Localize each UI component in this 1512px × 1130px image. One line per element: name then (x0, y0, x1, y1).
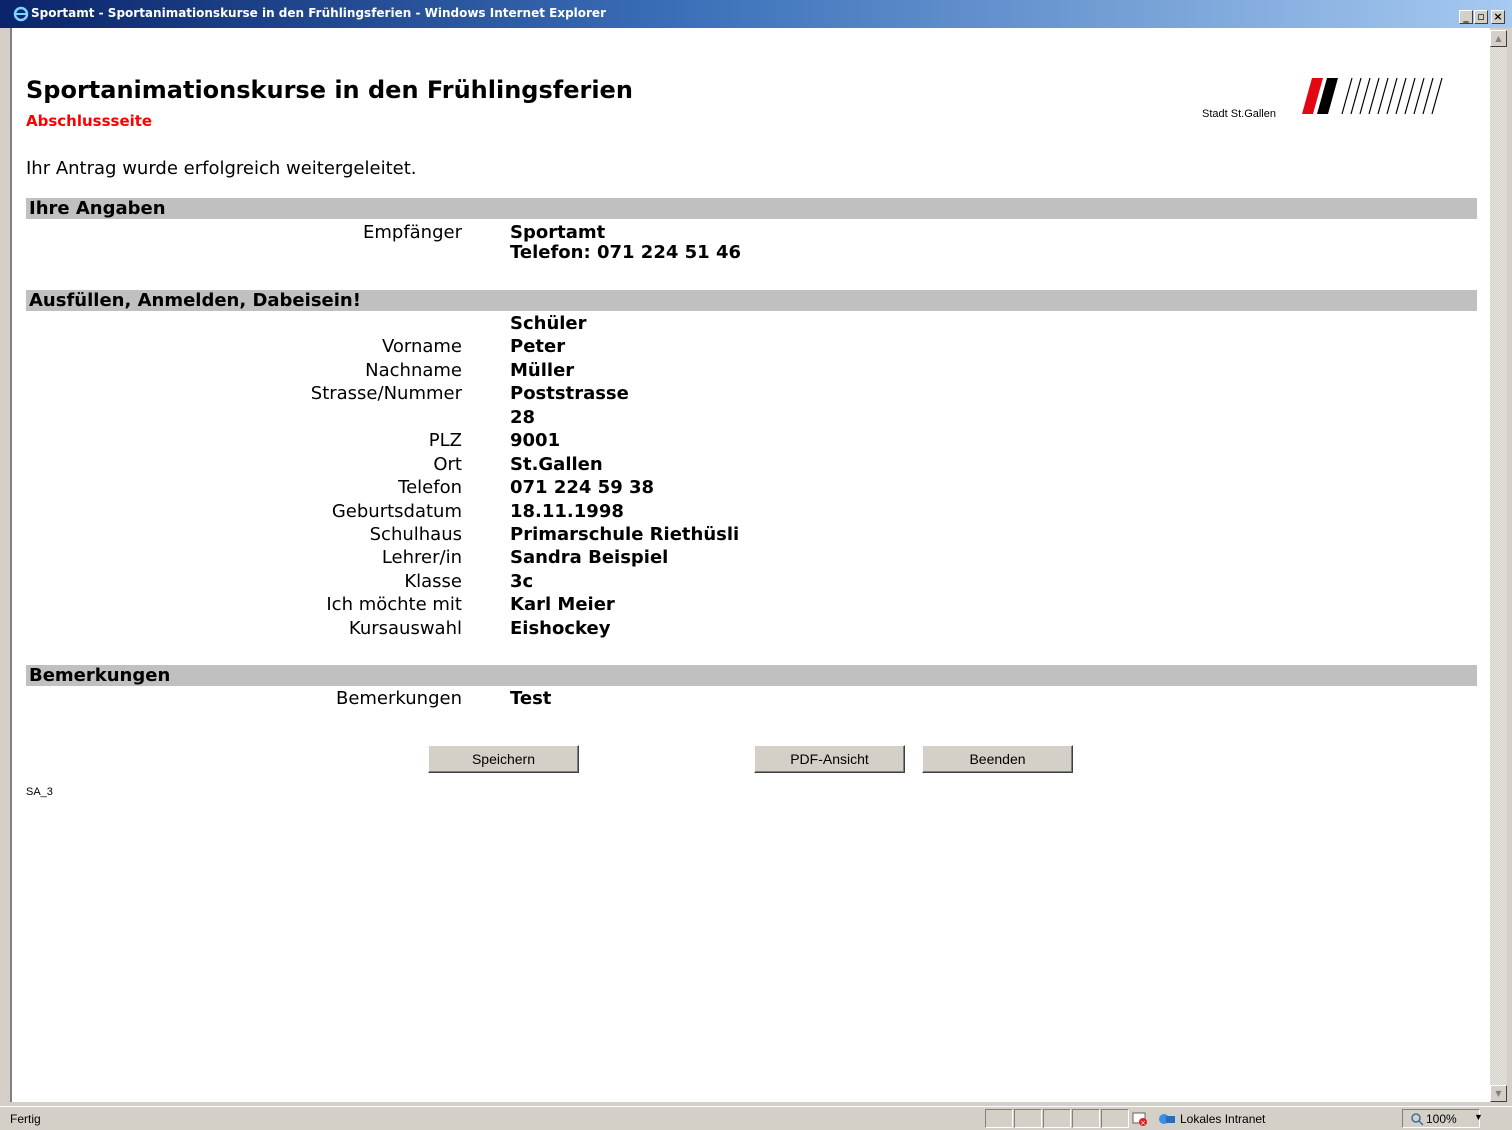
field-value: 071 224 59 38 (510, 477, 655, 498)
field-row-empfaenger-phone: Telefon: 071 224 51 46 (12, 242, 1482, 266)
section-header-angaben: Ihre Angaben (26, 198, 1477, 219)
security-zone-label: Lokales Intranet (1180, 1112, 1266, 1126)
logo-stripes-icon (1302, 77, 1443, 115)
field-label: Bemerkungen (335, 688, 462, 709)
field-label: Telefon (398, 477, 462, 498)
window-titlebar: Sportamt - Sportanimationskurse in den F… (0, 0, 1512, 28)
field-value: 9001 (510, 430, 561, 451)
status-cell (1072, 1109, 1100, 1128)
status-cell (1014, 1109, 1042, 1128)
field-label: Nachname (365, 360, 462, 381)
status-text: Fertig (10, 1112, 41, 1126)
scroll-up-icon[interactable]: ▲ (1490, 30, 1507, 47)
statusbar: Fertig × Lokales Intranet 100% ▼ (0, 1106, 1512, 1130)
page-subtitle: Abschlussseite (26, 112, 153, 130)
field-row: Lehrer/in Sandra Beispiel (12, 547, 1482, 571)
field-row: Kursauswahl Eishockey (12, 618, 1482, 642)
field-row: Ich möchte mit Karl Meier (12, 594, 1482, 618)
field-group-label: Schüler (12, 313, 1482, 337)
section-header-bemerkungen: Bemerkungen (26, 665, 1477, 686)
zoom-level[interactable]: 100% (1426, 1112, 1457, 1126)
popup-blocked-icon[interactable]: × (1132, 1111, 1148, 1127)
scroll-down-icon[interactable]: ▼ (1490, 1085, 1507, 1102)
field-value: 28 (510, 407, 536, 428)
field-value: 18.11.1998 (510, 501, 624, 522)
field-label: Klasse (404, 571, 462, 592)
field-label: Kursauswahl (348, 618, 462, 639)
field-label: Empfänger (362, 222, 462, 243)
close-button[interactable]: Beenden (922, 745, 1073, 773)
field-value: Peter (510, 336, 566, 357)
field-value: 3c (510, 571, 534, 592)
field-label: PLZ (428, 430, 462, 451)
field-value: St.Gallen (510, 454, 603, 475)
field-value: Test (510, 688, 552, 709)
intranet-zone-icon (1159, 1114, 1175, 1124)
field-value: Eishockey (510, 618, 611, 639)
field-row: Nachname Müller (12, 360, 1482, 384)
status-cell (1043, 1109, 1071, 1128)
svg-text:×: × (1140, 1119, 1146, 1127)
field-value: Müller (510, 360, 575, 381)
field-label: Ort (433, 454, 462, 475)
field-row: Geburtsdatum 18.11.1998 (12, 501, 1482, 525)
field-row: Ort St.Gallen (12, 454, 1482, 478)
group-label: Schüler (510, 313, 587, 334)
field-row: PLZ 9001 (12, 430, 1482, 454)
field-value: Karl Meier (510, 594, 615, 615)
window-title: Sportamt - Sportanimationskurse in den F… (31, 6, 606, 20)
field-value: Sportamt (510, 222, 606, 243)
section-header-anmeldung: Ausfüllen, Anmelden, Dabeisein! (26, 290, 1477, 311)
save-button[interactable]: Speichern (428, 745, 579, 773)
pdf-view-button[interactable]: PDF-Ansicht (754, 745, 905, 773)
field-row: Vorname Peter (12, 336, 1482, 360)
minimize-button[interactable]: _ (1459, 10, 1473, 24)
zoom-dropdown-icon[interactable]: ▼ (1474, 1112, 1483, 1122)
field-value: Sandra Beispiel (510, 547, 669, 568)
field-value: Telefon: 071 224 51 46 (510, 242, 741, 263)
field-row: 28 (12, 407, 1482, 431)
success-message: Ihr Antrag wurde erfolgreich weitergelei… (26, 158, 417, 179)
zoom-magnifier-icon (1411, 1113, 1424, 1126)
field-label: Schulhaus (369, 524, 462, 545)
field-label: Vorname (381, 336, 462, 357)
field-value: Poststrasse (510, 383, 629, 404)
stadt-logo: Stadt St.Gallen (1202, 74, 1482, 122)
maximize-button[interactable]: ▫ (1474, 10, 1488, 24)
field-row: Schulhaus Primarschule Riethüsli (12, 524, 1482, 548)
field-row-bemerkungen: Bemerkungen Test (12, 688, 1482, 712)
internet-explorer-icon (13, 6, 29, 22)
field-label: Geburtsdatum (331, 501, 462, 522)
status-cell (985, 1109, 1013, 1128)
field-row: Klasse 3c (12, 571, 1482, 595)
field-row: Strasse/Nummer Poststrasse (12, 383, 1482, 407)
close-window-button[interactable]: × (1491, 10, 1505, 24)
page-code: SA_3 (26, 786, 53, 798)
status-cell (1101, 1109, 1129, 1128)
page-title: Sportanimationskurse in den Frühlingsfer… (26, 76, 633, 104)
field-value: Primarschule Riethüsli (510, 524, 740, 545)
field-label: Strasse/Nummer (310, 383, 462, 404)
vertical-scrollbar[interactable]: ▲ ▼ (1490, 30, 1507, 1102)
field-row: Telefon 071 224 59 38 (12, 477, 1482, 501)
field-label: Lehrer/in (381, 547, 462, 568)
field-label: Ich möchte mit (326, 594, 462, 615)
browser-viewport: Sportanimationskurse in den Frühlingsfer… (10, 28, 1490, 1102)
